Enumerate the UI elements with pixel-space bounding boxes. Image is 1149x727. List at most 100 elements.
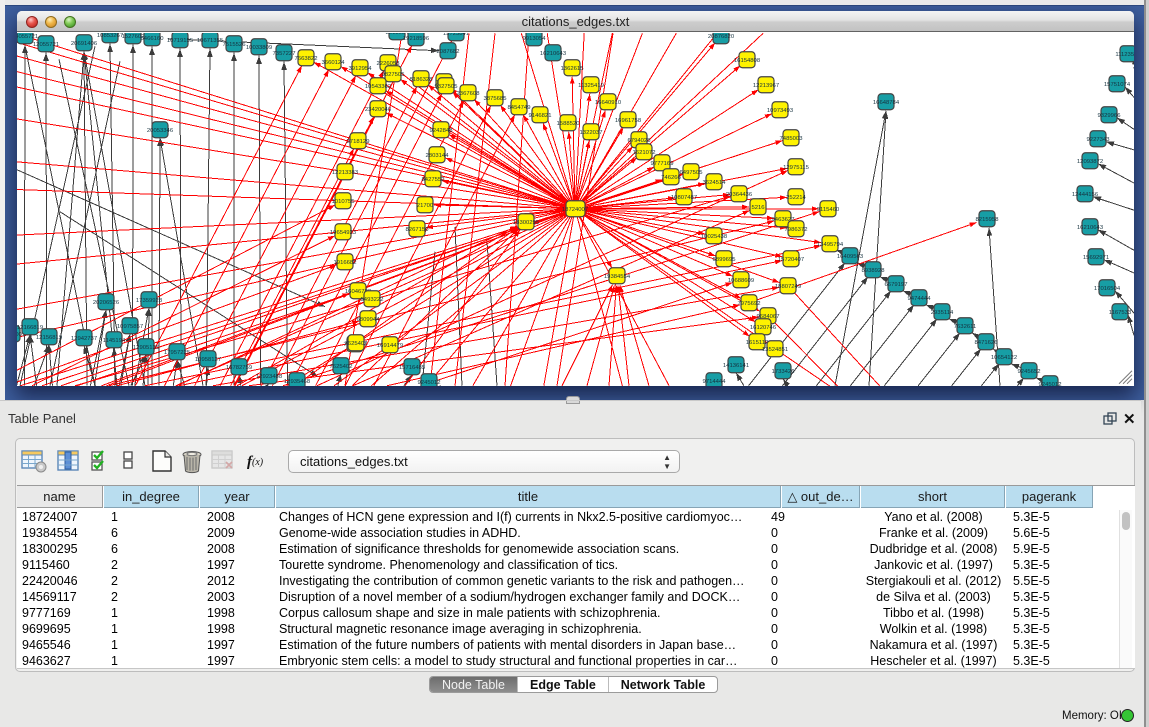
svg-text:8454749: 8454749 — [508, 105, 531, 111]
svg-text:14136141: 14136141 — [723, 363, 749, 369]
svg-text:1010755: 1010755 — [332, 199, 356, 205]
svg-text:1167533: 1167533 — [1109, 310, 1132, 316]
svg-text:252214: 252214 — [786, 195, 806, 201]
svg-text:19384554: 19384554 — [604, 274, 631, 280]
svg-text:7357227: 7357227 — [273, 51, 296, 57]
svg-text:8186328: 8186328 — [410, 77, 434, 83]
svg-text:10033809: 10033809 — [246, 45, 272, 51]
svg-text:6679197: 6679197 — [885, 282, 908, 288]
svg-text:20053346: 20053346 — [147, 128, 174, 134]
svg-text:20364436: 20364436 — [726, 192, 753, 198]
svg-text:10807487: 10807487 — [671, 195, 697, 201]
svg-text:7663822: 7663822 — [295, 56, 318, 62]
svg-text:8938928: 8938928 — [862, 268, 886, 274]
svg-text:12166819: 12166819 — [17, 325, 43, 331]
svg-text:12923488: 12923488 — [256, 374, 283, 380]
svg-text:9245652: 9245652 — [1018, 369, 1041, 375]
svg-text:8427552: 8427552 — [422, 177, 445, 183]
svg-text:9146821: 9146821 — [529, 113, 552, 119]
svg-text:8215958: 8215958 — [976, 217, 1000, 223]
svg-text:9474444: 9474444 — [908, 296, 932, 302]
svg-text:13524851: 13524851 — [762, 347, 788, 353]
svg-text:20876820: 20876820 — [708, 34, 735, 40]
svg-text:1362615: 1362615 — [561, 66, 585, 72]
svg-text:1916682: 1916682 — [334, 260, 357, 266]
svg-text:9329966: 9329966 — [1098, 113, 1122, 119]
svg-text:11325419: 11325419 — [578, 83, 604, 89]
svg-text:3912954: 3912954 — [349, 66, 373, 72]
svg-text:7632611: 7632611 — [954, 324, 977, 330]
svg-text:7975692: 7975692 — [738, 301, 761, 307]
svg-text:6497505: 6497505 — [680, 170, 704, 176]
svg-text:5493222: 5493222 — [361, 297, 384, 303]
svg-text:10025438: 10025438 — [701, 234, 728, 240]
svg-text:7515526: 7515526 — [223, 42, 247, 48]
svg-text:2803144: 2803144 — [426, 153, 450, 159]
svg-text:15720407: 15720407 — [778, 257, 804, 263]
svg-text:12905135: 12905135 — [133, 345, 160, 351]
svg-text:11123574: 11123574 — [1115, 52, 1134, 58]
svg-text:19218596: 19218596 — [403, 36, 430, 42]
svg-text:5216: 5216 — [751, 205, 765, 211]
svg-text:16210643: 16210643 — [1077, 225, 1104, 231]
svg-text:6466160: 6466160 — [141, 36, 165, 42]
svg-text:16640910: 16640910 — [595, 100, 622, 106]
svg-text:12055721: 12055721 — [33, 42, 59, 48]
svg-text:1588520: 1588520 — [557, 121, 581, 127]
svg-text:16782759: 16782759 — [226, 365, 252, 371]
svg-text:12942737: 12942737 — [71, 336, 97, 342]
svg-text:12213383: 12213383 — [332, 170, 359, 176]
svg-text:16648784: 16648784 — [873, 100, 900, 106]
svg-text:6809944: 6809944 — [357, 317, 381, 323]
svg-text:1621072: 1621072 — [633, 150, 656, 156]
svg-text:8471626: 8471626 — [975, 340, 999, 346]
svg-text:16210643: 16210643 — [540, 51, 567, 57]
svg-text:16120746: 16120746 — [750, 325, 777, 331]
svg-text:9115460: 9115460 — [817, 207, 840, 213]
svg-text:17957225: 17957225 — [164, 350, 191, 356]
svg-text:9714444: 9714444 — [703, 379, 727, 385]
svg-text:2087682: 2087682 — [437, 49, 460, 55]
svg-text:12975115: 12975115 — [783, 165, 809, 171]
svg-text:6794028: 6794028 — [628, 138, 652, 144]
svg-text:1733426: 1733426 — [772, 369, 796, 375]
svg-text:9227343: 9227343 — [1087, 137, 1111, 143]
svg-text:23420046: 23420046 — [365, 107, 392, 113]
svg-text:10671355: 10671355 — [197, 38, 224, 44]
svg-text:1615112: 1615112 — [746, 340, 769, 346]
svg-text:6899695: 6899695 — [713, 257, 737, 263]
svg-text:17359928: 17359928 — [136, 298, 163, 304]
svg-text:10543362: 10543362 — [365, 84, 391, 90]
svg-text:12213967: 12213967 — [753, 83, 779, 89]
svg-text:9327505: 9327505 — [435, 84, 459, 90]
svg-text:3624514: 3624514 — [703, 180, 727, 186]
svg-text:12935468: 12935468 — [284, 379, 311, 385]
svg-text:9777169: 9777169 — [651, 161, 674, 167]
svg-text:10973493: 10973493 — [767, 108, 794, 114]
svg-text:9245012: 9245012 — [1039, 382, 1062, 386]
svg-text:1322037: 1322037 — [580, 130, 603, 136]
svg-text:10688609: 10688609 — [728, 278, 754, 284]
svg-text:16914479: 16914479 — [377, 343, 403, 349]
svg-text:9242848: 9242848 — [430, 128, 454, 134]
svg-text:746266: 746266 — [661, 175, 681, 181]
svg-text:2935114: 2935114 — [931, 310, 954, 316]
svg-text:7625402: 7625402 — [345, 341, 368, 347]
svg-text:14055721: 14055721 — [17, 34, 38, 40]
svg-text:18807249: 18807249 — [775, 284, 801, 290]
svg-text:15692971: 15692971 — [1083, 255, 1109, 261]
svg-text:9245012: 9245012 — [418, 380, 441, 386]
svg-text:13495794: 13495794 — [817, 242, 844, 248]
svg-text:16409563: 16409563 — [837, 254, 864, 260]
svg-text:17016504: 17016504 — [1094, 286, 1121, 292]
svg-text:7986372: 7986372 — [785, 227, 808, 233]
svg-text:7625402: 7625402 — [330, 364, 353, 370]
svg-text:18724007: 18724007 — [562, 207, 588, 213]
svg-text:3875685: 3875685 — [484, 96, 508, 102]
svg-text:2367608: 2367608 — [457, 91, 481, 97]
svg-text:12156819: 12156819 — [36, 335, 62, 341]
svg-text:1145194: 1145194 — [103, 338, 126, 344]
svg-text:15716485: 15716485 — [399, 365, 426, 371]
svg-text:16961758: 16961758 — [615, 118, 642, 124]
svg-text:8267150: 8267150 — [406, 227, 430, 233]
